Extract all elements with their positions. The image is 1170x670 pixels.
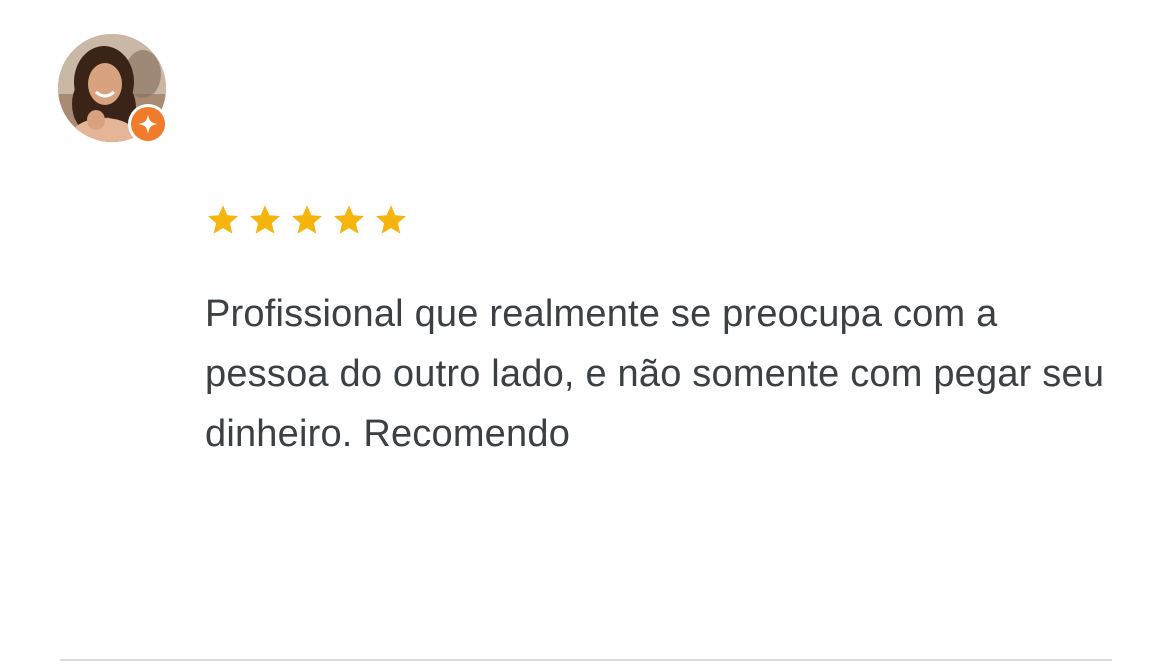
local-guide-badge-icon xyxy=(131,107,165,141)
star-rating xyxy=(205,202,409,238)
star-icon xyxy=(376,205,406,234)
star-icon xyxy=(208,205,238,234)
star-icon xyxy=(250,205,280,234)
divider xyxy=(60,659,1112,661)
review-card: Profissional que realmente se preocupa c… xyxy=(0,0,1170,670)
local-guide-badge xyxy=(128,104,168,144)
star-icon xyxy=(334,205,364,234)
sparkle-icon xyxy=(138,114,158,134)
reviewer-avatar-container[interactable] xyxy=(58,34,170,146)
review-text: Profissional que realmente se preocupa c… xyxy=(205,293,1105,455)
star-icon xyxy=(292,205,322,234)
